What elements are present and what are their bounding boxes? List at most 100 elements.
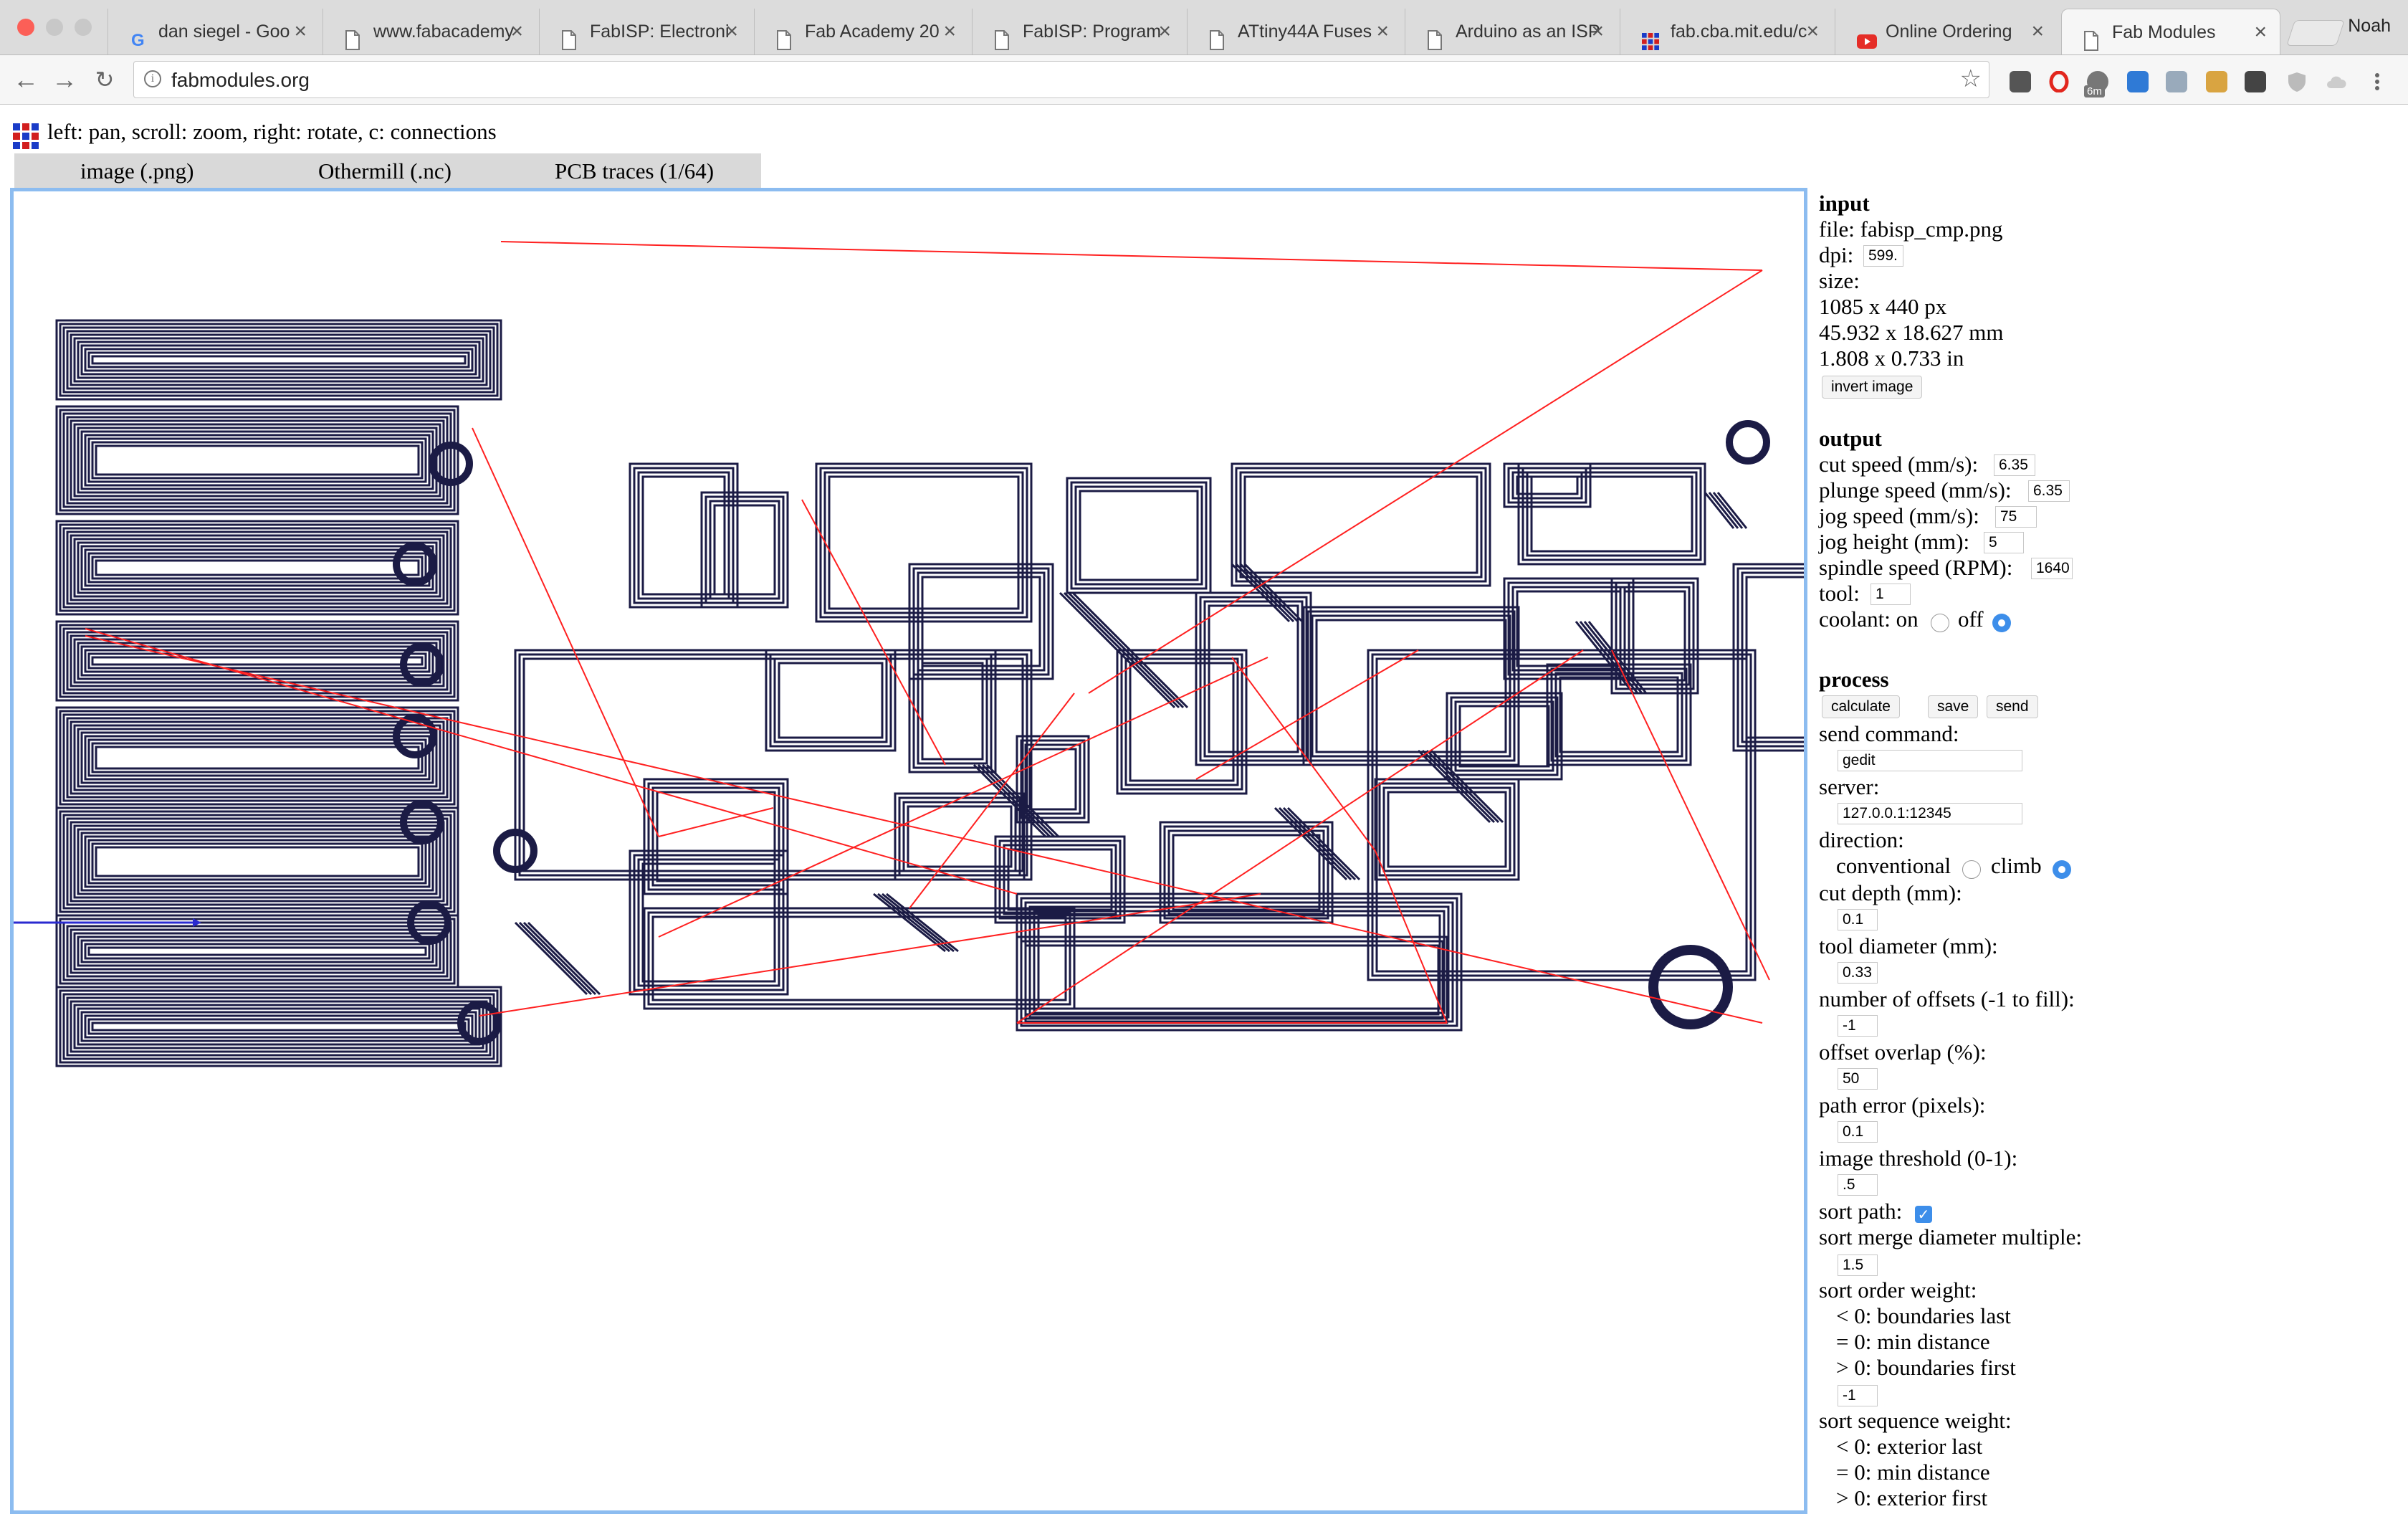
tab-close-icon[interactable]: × (1376, 9, 1389, 54)
tab-title: Online Ordering (1886, 22, 2012, 42)
size-mm: 45.932 x 18.627 mm (1819, 320, 2004, 345)
cloud-icon[interactable] (2325, 71, 2346, 92)
plunge-speed-input[interactable]: 6.35 (2028, 480, 2070, 502)
shield-icon[interactable] (2286, 71, 2308, 92)
jog-speed-label: jog speed (mm/s): (1819, 503, 1979, 528)
format-othermill[interactable]: Othermill (.nc) (318, 153, 452, 189)
profile-name[interactable]: Noah (2348, 16, 2391, 37)
path-error-label: path error (pixels): (1819, 1092, 1986, 1118)
tab-4[interactable]: Fab Academy 20 × (754, 9, 969, 54)
window-minimize-button[interactable] (46, 19, 63, 36)
toolpath-viewer[interactable] (10, 188, 1807, 1514)
tab-close-icon[interactable]: × (1806, 9, 1819, 54)
tab-close-icon[interactable]: × (943, 9, 956, 54)
overlap-input[interactable]: 50 (1838, 1068, 1878, 1090)
tab-3[interactable]: FabISP: Electroni × (539, 9, 751, 54)
tab-close-icon[interactable]: × (1591, 9, 1604, 54)
sequence-option: = 0: min distance (1836, 1460, 1990, 1485)
pad-cluster (1648, 945, 1733, 1029)
jog-speed-input[interactable]: 75 (1995, 506, 2037, 528)
offsets-label: number of offsets (-1 to fill): (1819, 986, 2075, 1011)
climb-label: climb (1991, 853, 2042, 878)
threshold-label: image threshold (0-1): (1819, 1146, 2018, 1171)
merge-input[interactable]: 1.5 (1838, 1254, 1878, 1276)
tab-7[interactable]: Arduino as an ISP × (1405, 9, 1617, 54)
process-heading: process (1819, 667, 1889, 692)
tab-close-icon[interactable]: × (2031, 9, 2044, 54)
tab-close-icon[interactable]: × (2254, 9, 2267, 54)
offsets-input[interactable]: -1 (1838, 1015, 1878, 1037)
opera-icon[interactable] (2048, 70, 2070, 93)
format-pcb-traces[interactable]: PCB traces (1/64) (555, 153, 714, 189)
sequence-option: < 0: exterior last (1836, 1434, 1983, 1459)
save-button[interactable]: save (1928, 695, 1979, 718)
order-weight-input[interactable]: -1 (1838, 1385, 1878, 1406)
evernote-icon[interactable] (2245, 71, 2266, 92)
conventional-label: conventional (1836, 853, 1951, 878)
order-weight-label: sort order weight: (1819, 1277, 1977, 1303)
coolant-on-radio[interactable] (1931, 614, 1949, 632)
youtube-icon (1857, 22, 1877, 49)
tool-input[interactable]: 1 (1870, 584, 1911, 605)
tab-title: www.fabacademy (373, 22, 514, 42)
info-icon[interactable]: i (144, 70, 161, 87)
reload-icon[interactable]: ↻ (87, 62, 122, 97)
menu-icon[interactable] (2366, 71, 2388, 92)
back-icon[interactable]: ← (9, 62, 43, 97)
path-error-input[interactable]: 0.1 (1838, 1121, 1878, 1143)
tab-5[interactable]: FabISP: Program × (972, 9, 1184, 54)
tab-6[interactable]: ATtiny44A Fuses × (1187, 9, 1402, 54)
address-bar[interactable]: i fabmodules.org ☆ (133, 61, 1989, 98)
tab-8[interactable]: fab.cba.mit.edu/c × (1620, 9, 1832, 54)
threshold-input[interactable]: .5 (1838, 1174, 1878, 1196)
tab-close-icon[interactable]: × (294, 9, 307, 54)
help-text: left: pan, scroll: zoom, right: rotate, … (47, 119, 497, 144)
window-close-button[interactable] (17, 19, 34, 36)
cut-depth-input[interactable]: 0.1 (1838, 909, 1878, 930)
invert-image-button[interactable]: invert image (1822, 376, 1923, 399)
tab-10[interactable]: Fab Modules × (2061, 9, 2280, 54)
cut-depth-label: cut depth (mm): (1819, 880, 1962, 905)
face-icon[interactable] (2206, 71, 2227, 92)
input-heading: input (1819, 191, 1870, 216)
file-label: file: fabisp_cmp.png (1819, 216, 2003, 242)
svg-text:G: G (131, 31, 145, 50)
sort-path-checkbox[interactable]: ✓ (1915, 1206, 1932, 1223)
format-image-png[interactable]: image (.png) (80, 153, 194, 189)
spindle-speed-input[interactable]: 1640 (2031, 558, 2073, 579)
tab-close-icon[interactable]: × (725, 9, 738, 54)
toolpath-canvas[interactable] (14, 191, 1804, 1510)
tab-9[interactable]: Online Ordering × (1835, 9, 2057, 54)
tab-close-icon[interactable]: × (510, 9, 523, 54)
url-text[interactable]: fabmodules.org (171, 69, 310, 92)
timer-icon[interactable]: 6m (2084, 71, 2108, 97)
send-button[interactable]: send (1987, 695, 2038, 718)
pocket-icon[interactable] (2010, 71, 2031, 92)
cut-toolpaths (55, 319, 1804, 1067)
tab-2[interactable]: www.fabacademy × (322, 9, 536, 54)
tool-diameter-input[interactable]: 0.33 (1838, 962, 1878, 984)
dpi-input[interactable]: 599. (1863, 245, 1903, 267)
send-command-input[interactable]: gedit (1838, 750, 2022, 771)
tab-title: ATtiny44A Fuses (1238, 22, 1372, 42)
climb-radio[interactable] (2053, 860, 2071, 879)
spindle-speed-label: spindle speed (RPM): (1819, 555, 2013, 580)
jog-height-input[interactable]: 5 (1984, 532, 2024, 553)
tab-close-icon[interactable]: × (1158, 9, 1171, 54)
conventional-radio[interactable] (1962, 860, 1981, 879)
tab-1[interactable]: Gdan siegel - Goo × (108, 9, 320, 54)
forward-icon[interactable]: → (47, 62, 82, 97)
coolant-off-radio[interactable] (1992, 614, 2011, 632)
cut-speed-input[interactable]: 6.35 (1994, 454, 2035, 476)
jog-move (801, 499, 946, 766)
calculate-button[interactable]: calculate (1822, 695, 1900, 718)
jog-move (500, 241, 1763, 271)
bookmark-star-icon[interactable]: ☆ (1960, 65, 1982, 93)
dropbox-icon[interactable] (2166, 71, 2187, 92)
output-heading: output (1819, 426, 1882, 451)
new-tab-button[interactable] (2286, 20, 2345, 46)
trello-icon[interactable] (2127, 71, 2149, 92)
order-option: > 0: boundaries first (1836, 1355, 2016, 1380)
window-zoom-button[interactable] (75, 19, 92, 36)
server-input[interactable]: 127.0.0.1:12345 (1838, 803, 2022, 824)
